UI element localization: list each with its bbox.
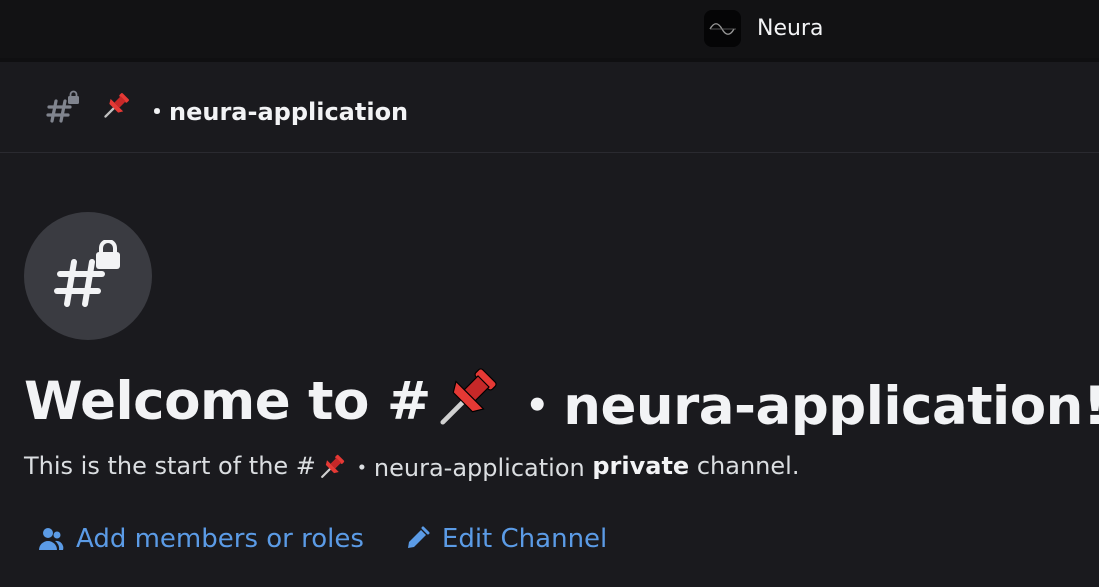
channel-name: ・neura-application: [145, 98, 409, 126]
neura-wave-icon: [704, 10, 741, 47]
subtitle-channel-name: ・neura-application: [349, 454, 585, 482]
edit-channel-label: Edit Channel: [441, 524, 608, 554]
welcome-subtitle: This is the start of the # ・neura-applic…: [24, 448, 799, 483]
pushpin-icon: [435, 360, 505, 443]
channel-avatar: [24, 212, 152, 340]
subtitle-suffix: channel.: [696, 451, 800, 480]
welcome-prefix: Welcome to #: [24, 371, 431, 432]
pencil-icon: [404, 526, 430, 552]
title-bar: Neura: [0, 0, 1099, 62]
add-members-label: Add members or roles: [76, 524, 364, 554]
server-name: Neura: [757, 16, 824, 41]
subtitle-private: private: [592, 451, 690, 480]
pushpin-icon: [318, 451, 348, 481]
edit-channel-button[interactable]: Edit Channel: [404, 524, 607, 554]
channel-header: ・neura-application: [0, 62, 1099, 153]
channel-actions: Add members or roles Edit Channel: [36, 524, 607, 554]
welcome-channel-name: ・neura-application!: [510, 375, 1099, 437]
pushpin-icon: [101, 89, 133, 125]
welcome-heading: Welcome to # ・neura-application!: [24, 360, 1099, 443]
hash-lock-icon: [46, 90, 80, 128]
server-identity: Neura: [704, 10, 823, 47]
subtitle-prefix: This is the start of the #: [24, 451, 316, 480]
people-icon: [36, 526, 64, 552]
hash-lock-icon: [54, 240, 120, 307]
add-members-button[interactable]: Add members or roles: [36, 524, 364, 554]
